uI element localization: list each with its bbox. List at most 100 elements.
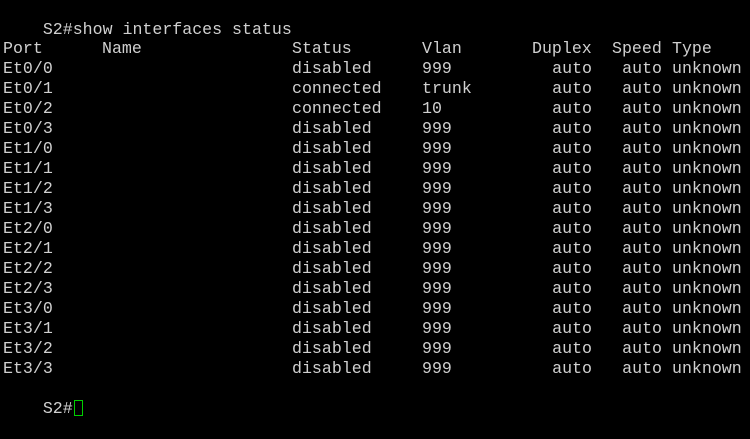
header-port: Port xyxy=(3,39,43,58)
prompt-text: S2# xyxy=(42,399,73,418)
cell-duplex: auto xyxy=(552,359,592,378)
cell-port: Et3/3 xyxy=(3,359,53,378)
cell-status: connected xyxy=(292,99,382,118)
cell-duplex: auto xyxy=(552,119,592,138)
cell-vlan: 999 xyxy=(422,119,452,138)
cell-port: Et0/0 xyxy=(3,59,53,78)
cell-vlan: 999 xyxy=(422,199,452,218)
cell-status: disabled xyxy=(292,199,372,218)
cell-status: disabled xyxy=(292,299,372,318)
cell-duplex: auto xyxy=(552,199,592,218)
cell-speed: auto xyxy=(622,199,662,218)
cell-duplex: auto xyxy=(552,259,592,278)
cell-type: unknown xyxy=(672,99,742,118)
cell-vlan: 999 xyxy=(422,59,452,78)
cell-type: unknown xyxy=(672,359,742,378)
header-status: Status xyxy=(292,39,352,58)
cell-vlan: 999 xyxy=(422,239,452,258)
cell-port: Et2/1 xyxy=(3,239,53,258)
cell-speed: auto xyxy=(622,99,662,118)
cell-port: Et0/2 xyxy=(3,99,53,118)
cell-type: unknown xyxy=(672,79,742,98)
cell-status: connected xyxy=(292,79,382,98)
cell-vlan: 999 xyxy=(422,179,452,198)
cell-port: Et0/3 xyxy=(3,119,53,138)
cell-speed: auto xyxy=(622,359,662,378)
cell-duplex: auto xyxy=(552,79,592,98)
cell-type: unknown xyxy=(672,139,742,158)
cell-type: unknown xyxy=(672,59,742,78)
cell-vlan: 999 xyxy=(422,259,452,278)
cell-type: unknown xyxy=(672,259,742,278)
cell-type: unknown xyxy=(672,159,742,178)
cell-port: Et2/2 xyxy=(3,259,53,278)
cell-duplex: auto xyxy=(552,139,592,158)
cell-status: disabled xyxy=(292,119,372,138)
cell-speed: auto xyxy=(622,79,662,98)
cell-duplex: auto xyxy=(552,179,592,198)
cell-speed: auto xyxy=(622,239,662,258)
cell-speed: auto xyxy=(622,219,662,238)
cell-type: unknown xyxy=(672,299,742,318)
cell-speed: auto xyxy=(622,279,662,298)
cell-vlan: 999 xyxy=(422,319,452,338)
header-vlan: Vlan xyxy=(422,39,462,58)
cell-port: Et3/2 xyxy=(3,339,53,358)
header-duplex: Duplex xyxy=(532,39,592,58)
cell-speed: auto xyxy=(622,299,662,318)
cell-vlan: 999 xyxy=(422,219,452,238)
cell-status: disabled xyxy=(292,179,372,198)
cell-port: Et0/1 xyxy=(3,79,53,98)
cell-speed: auto xyxy=(622,119,662,138)
cell-vlan: 999 xyxy=(422,339,452,358)
terminal-window[interactable]: S2#show interfaces status Port Name Stat… xyxy=(0,0,750,418)
cell-type: unknown xyxy=(672,279,742,298)
cell-duplex: auto xyxy=(552,279,592,298)
cell-duplex: auto xyxy=(552,159,592,178)
cell-status: disabled xyxy=(292,359,372,378)
cell-speed: auto xyxy=(622,339,662,358)
cell-status: disabled xyxy=(292,159,372,178)
cell-vlan: 999 xyxy=(422,159,452,178)
cell-type: unknown xyxy=(672,339,742,358)
cell-status: disabled xyxy=(292,219,372,238)
cell-port: Et1/2 xyxy=(3,179,53,198)
cell-type: unknown xyxy=(672,179,742,198)
header-type: Type xyxy=(672,39,712,58)
cell-duplex: auto xyxy=(552,339,592,358)
cell-status: disabled xyxy=(292,139,372,158)
cell-status: disabled xyxy=(292,239,372,258)
cell-status: disabled xyxy=(292,319,372,338)
cell-status: disabled xyxy=(292,259,372,278)
cell-type: unknown xyxy=(672,319,742,338)
header-name: Name xyxy=(102,39,142,58)
cell-duplex: auto xyxy=(552,239,592,258)
cell-port: Et1/1 xyxy=(3,159,53,178)
cell-speed: auto xyxy=(622,179,662,198)
cell-duplex: auto xyxy=(552,99,592,118)
cell-speed: auto xyxy=(622,259,662,278)
cell-port: Et3/0 xyxy=(3,299,53,318)
cell-duplex: auto xyxy=(552,219,592,238)
header-speed: Speed xyxy=(612,39,662,58)
text-cursor[interactable] xyxy=(73,400,83,416)
command-text: S2#show interfaces status xyxy=(42,20,292,39)
prompt-line[interactable]: S2# xyxy=(3,379,83,418)
cell-status: disabled xyxy=(292,339,372,358)
cell-speed: auto xyxy=(622,59,662,78)
cell-speed: auto xyxy=(622,319,662,338)
cell-port: Et2/0 xyxy=(3,219,53,238)
cell-port: Et1/0 xyxy=(3,139,53,158)
cell-vlan: 999 xyxy=(422,139,452,158)
cell-duplex: auto xyxy=(552,299,592,318)
cell-speed: auto xyxy=(622,139,662,158)
table-header-row: Port Name Status Vlan Duplex Speed Type xyxy=(3,39,712,59)
cell-duplex: auto xyxy=(552,59,592,78)
cell-type: unknown xyxy=(672,119,742,138)
cell-status: disabled xyxy=(292,59,372,78)
cell-port: Et2/3 xyxy=(3,279,53,298)
cell-duplex: auto xyxy=(552,319,592,338)
cell-vlan: trunk xyxy=(422,79,472,98)
cell-status: disabled xyxy=(292,279,372,298)
cell-vlan: 999 xyxy=(422,299,452,318)
